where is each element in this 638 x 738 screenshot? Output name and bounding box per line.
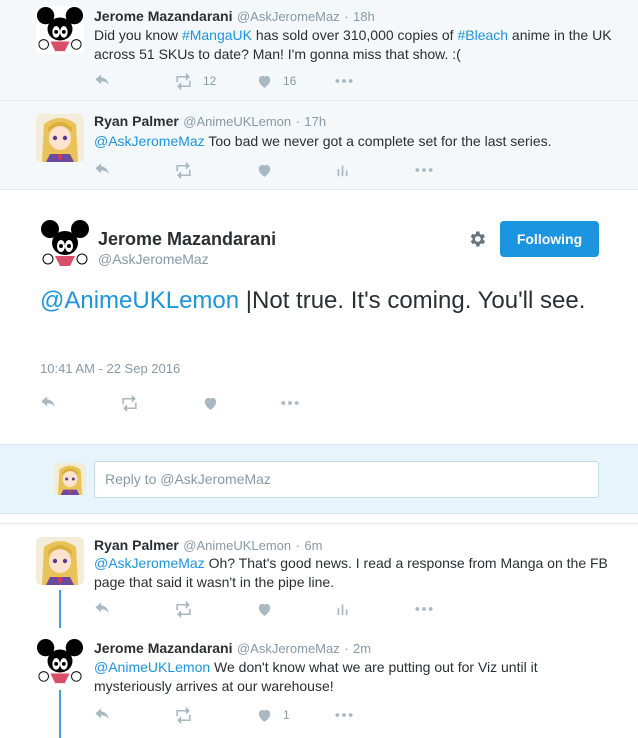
anime-girl-avatar-icon	[54, 463, 86, 495]
author-handle[interactable]: @AnimeUKLemon	[183, 114, 291, 129]
more-button[interactable]	[414, 160, 434, 180]
more-button[interactable]	[280, 393, 300, 413]
heart-icon	[256, 601, 273, 618]
tweet-text-part: has sold over 310,000 copies of	[251, 27, 458, 43]
tweet-time[interactable]: 17h	[304, 114, 326, 129]
context-tweet-2[interactable]: Ryan Palmer @AnimeUKLemon · 17h @AskJero…	[0, 101, 638, 190]
more-button[interactable]	[414, 599, 434, 619]
reply-button[interactable]	[94, 160, 111, 180]
author-name[interactable]: Jerome Mazandarani	[94, 640, 233, 656]
like-count: 1	[283, 708, 290, 722]
retweet-button[interactable]: 12	[174, 71, 216, 91]
anime-girl-avatar-icon[interactable]	[36, 537, 84, 585]
retweet-icon	[174, 600, 193, 619]
retweet-button[interactable]	[174, 705, 193, 725]
more-icon	[280, 393, 300, 413]
mickey-avatar-icon[interactable]	[40, 219, 90, 269]
heart-icon	[202, 395, 219, 412]
tweet-text-part: Did you know	[94, 27, 182, 43]
tweet-text: @AnimeUKLemon We don't know what we are …	[94, 658, 614, 696]
following-button[interactable]: Following	[500, 221, 599, 257]
hashtag-link[interactable]: #Bleach	[457, 27, 508, 43]
retweet-button[interactable]	[174, 160, 193, 180]
hashtag-link[interactable]: #MangaUK	[182, 27, 252, 43]
mickey-avatar-icon[interactable]	[36, 6, 84, 54]
more-button[interactable]	[334, 705, 354, 725]
tweet-text: @AskJeromeMaz Oh? That's good news. I re…	[94, 554, 614, 592]
author-handle[interactable]: @AskJeromeMaz	[237, 9, 340, 24]
tweet-time[interactable]: 6m	[304, 538, 322, 553]
author-handle[interactable]: @AskJeromeMaz	[237, 641, 340, 656]
separator-dot: ·	[344, 9, 349, 24]
tweet-time[interactable]: 18h	[353, 9, 375, 24]
retweet-icon	[174, 706, 193, 725]
reply-input[interactable]: Reply to @AskJeromeMaz	[94, 461, 599, 498]
author-name[interactable]: Ryan Palmer	[94, 537, 179, 553]
tweet-timestamp[interactable]: 10:41 AM - 22 Sep 2016	[40, 361, 180, 376]
tweet-text-part: |Not true. It's coming. You'll see.	[239, 287, 586, 314]
like-button[interactable]	[256, 599, 273, 619]
tweet-time[interactable]: 2m	[353, 641, 371, 656]
reply-button[interactable]	[94, 71, 111, 91]
retweet-count: 12	[203, 74, 217, 88]
author-name[interactable]: Jerome Mazandarani	[98, 229, 276, 250]
author-name[interactable]: Ryan Palmer	[94, 113, 179, 129]
mention-link[interactable]: @AnimeUKLemon	[40, 287, 239, 314]
separator-dot: ·	[295, 114, 300, 129]
analytics-button[interactable]	[334, 160, 351, 180]
stats-icon	[334, 601, 351, 618]
analytics-button[interactable]	[334, 599, 351, 619]
reply-button[interactable]	[40, 393, 57, 413]
more-icon	[334, 71, 354, 91]
retweet-icon	[174, 72, 193, 91]
like-button[interactable]: 1	[256, 705, 290, 725]
more-icon	[334, 705, 354, 725]
reply-icon	[94, 73, 111, 90]
author-name[interactable]: Jerome Mazandarani	[94, 8, 233, 24]
mickey-avatar-icon[interactable]	[36, 638, 84, 686]
reply-tweet-2[interactable]: Jerome Mazandarani @AskJeromeMaz · 2m @A…	[0, 628, 638, 738]
context-tweet-1[interactable]: Jerome Mazandarani @AskJeromeMaz · 18h D…	[0, 0, 638, 101]
tweet-text: @AskJeromeMaz Too bad we never got a com…	[94, 132, 614, 151]
like-button[interactable]: 16	[256, 71, 296, 91]
reply-icon	[40, 395, 57, 412]
tweet-text: Did you know #MangaUK has sold over 310,…	[94, 26, 614, 64]
reply-tweet-1[interactable]: Ryan Palmer @AnimeUKLemon · 6m @AskJerom…	[0, 523, 638, 628]
separator-dot: ·	[295, 538, 300, 553]
reply-icon	[94, 162, 111, 179]
retweet-icon	[174, 161, 193, 180]
reply-button[interactable]	[94, 705, 111, 725]
like-button[interactable]	[202, 393, 219, 413]
mention-link[interactable]: @AskJeromeMaz	[94, 555, 205, 571]
author-handle[interactable]: @AnimeUKLemon	[183, 538, 291, 553]
anime-girl-avatar-icon[interactable]	[36, 114, 84, 162]
tweet-text: @AnimeUKLemon |Not true. It's coming. Yo…	[40, 285, 610, 317]
retweet-button[interactable]	[174, 599, 193, 619]
stats-icon	[334, 162, 351, 179]
more-icon	[414, 599, 434, 619]
mention-link[interactable]: @AskJeromeMaz	[94, 133, 205, 149]
heart-icon	[256, 707, 273, 724]
author-handle[interactable]: @AskJeromeMaz	[98, 251, 209, 267]
gear-icon[interactable]	[467, 229, 487, 249]
heart-icon	[256, 73, 273, 90]
mention-link[interactable]: @AnimeUKLemon	[94, 659, 210, 675]
reply-button[interactable]	[94, 599, 111, 619]
heart-icon	[256, 162, 273, 179]
like-button[interactable]	[256, 160, 273, 180]
reply-composer: Reply to @AskJeromeMaz	[0, 444, 638, 514]
more-icon	[414, 160, 434, 180]
reply-icon	[94, 707, 111, 724]
more-button[interactable]	[334, 71, 354, 91]
tweet-text-part: Too bad we never got a complete set for …	[204, 133, 552, 149]
separator-dot: ·	[344, 641, 349, 656]
reply-icon	[94, 601, 111, 618]
like-count: 16	[283, 74, 297, 88]
retweet-button[interactable]	[120, 393, 139, 413]
retweet-icon	[120, 394, 139, 413]
